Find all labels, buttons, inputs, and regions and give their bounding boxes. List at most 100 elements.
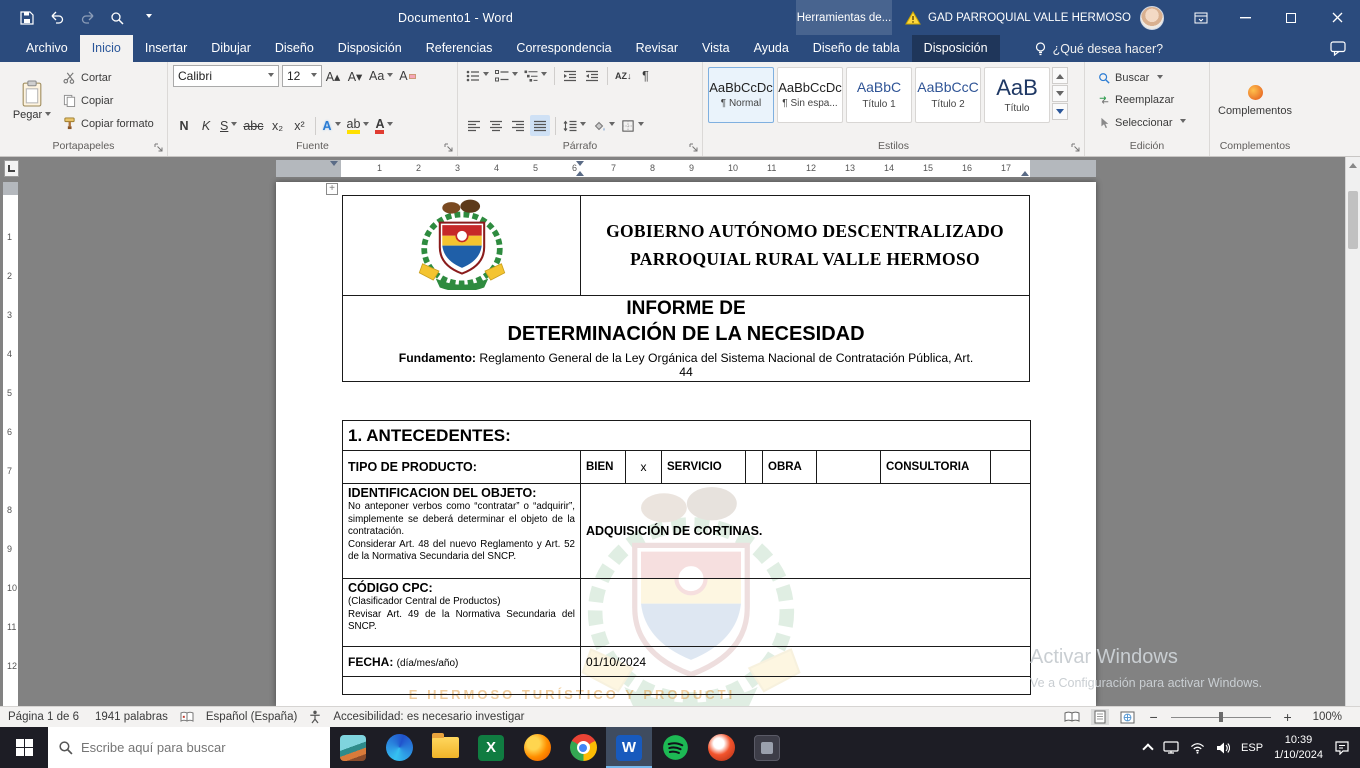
taskbar-photos-icon[interactable] (330, 727, 376, 768)
paragraph-dialog-launcher-icon[interactable] (689, 143, 699, 153)
fecha-value-cell[interactable]: 01/10/2024 (581, 647, 1031, 677)
tab-dibujar[interactable]: Dibujar (199, 35, 263, 62)
report-title-cell[interactable]: INFORME DE DETERMINACIÓN DE LA NECESIDAD… (343, 296, 1030, 382)
tab-correspondencia[interactable]: Correspondencia (504, 35, 623, 62)
taskbar-word-icon[interactable]: W (606, 727, 652, 768)
left-indent-marker[interactable] (330, 161, 338, 170)
right-indent-marker[interactable] (1021, 167, 1029, 176)
next-row-value-cell[interactable] (581, 677, 1031, 695)
tab-diseno-de-tabla[interactable]: Diseño de tabla (801, 35, 912, 62)
minimize-button[interactable] (1222, 0, 1268, 35)
redo-icon[interactable] (74, 5, 100, 31)
codigo-cpc-value-cell[interactable] (581, 579, 1031, 647)
align-right-button[interactable] (508, 115, 528, 136)
close-button[interactable] (1314, 0, 1360, 35)
tray-clock[interactable]: 10:39 1/10/2024 (1274, 733, 1323, 762)
clear-formatting-button[interactable]: A (397, 66, 417, 87)
undo-icon[interactable] (44, 5, 70, 31)
tipo-option-servicio[interactable]: SERVICIO (662, 451, 746, 484)
proofing-errors-icon[interactable] (176, 711, 198, 723)
qat-customize-icon[interactable] (134, 5, 160, 31)
italic-button[interactable]: K (196, 115, 216, 136)
identificacion-value-cell[interactable]: ADQUISICIÓN DE CORTINAS. (581, 484, 1031, 579)
font-dialog-launcher-icon[interactable] (444, 143, 454, 153)
style-sin-espaciado[interactable]: AaBbCcDc ¶ Sin espa... (777, 67, 843, 123)
format-painter-button[interactable]: Copiar formato (59, 113, 158, 134)
align-left-button[interactable] (464, 115, 484, 136)
accessibility-icon[interactable] (305, 710, 325, 724)
grow-font-button[interactable]: A▴ (323, 66, 343, 87)
paste-button[interactable]: Pegar (5, 65, 59, 136)
taskbar-app-icon[interactable] (744, 727, 790, 768)
taskbar-spotify-icon[interactable] (652, 727, 698, 768)
style-titulo-1[interactable]: AaBbC Título 1 (846, 67, 912, 123)
styles-scroll-up-icon[interactable] (1052, 67, 1068, 84)
tipo-option-bien[interactable]: BIEN (581, 451, 626, 484)
tab-ayuda[interactable]: Ayuda (742, 35, 801, 62)
tab-selector[interactable] (4, 160, 19, 177)
shading-button[interactable] (590, 115, 617, 136)
change-case-button[interactable]: Aa (367, 66, 395, 87)
tab-insertar[interactable]: Insertar (133, 35, 199, 62)
taskbar-browser2-icon[interactable] (698, 727, 744, 768)
print-layout-button[interactable] (1091, 709, 1109, 725)
copy-button[interactable]: Copiar (59, 90, 158, 111)
avatar[interactable] (1140, 6, 1164, 30)
select-button[interactable]: Seleccionar (1094, 112, 1190, 133)
taskbar-firefox-icon[interactable] (514, 727, 560, 768)
taskbar-search-input[interactable] (81, 740, 301, 755)
scroll-up-icon[interactable] (1346, 157, 1360, 173)
taskbar-chrome-icon[interactable] (560, 727, 606, 768)
strikethrough-button[interactable]: abc (241, 115, 265, 136)
taskbar-excel-icon[interactable]: X (468, 727, 514, 768)
bullets-button[interactable] (464, 65, 491, 86)
sort-button[interactable]: AZ↓ (613, 65, 634, 86)
taskbar-file-explorer-icon[interactable] (422, 727, 468, 768)
section1-title[interactable]: 1. ANTECEDENTES: (343, 421, 1031, 451)
numbering-button[interactable] (493, 65, 520, 86)
tipo-mark-bien[interactable]: x (626, 451, 662, 484)
word-count[interactable]: 1941 palabras (87, 711, 176, 723)
tab-disposicion-tabla[interactable]: Disposición (912, 35, 1000, 62)
tab-inicio[interactable]: Inicio (80, 35, 133, 62)
table-move-handle-icon[interactable]: + (326, 183, 338, 195)
tipo-mark-consultoria[interactable] (991, 451, 1031, 484)
tell-me-box[interactable]: ¿Qué desea hacer? (1026, 35, 1172, 62)
style-normal[interactable]: AaBbCcDc ¶ Normal (708, 67, 774, 123)
account-info[interactable]: GAD PARROQUIAL VALLE HERMOSO (905, 11, 1131, 25)
tray-chevron-icon[interactable] (1142, 743, 1153, 754)
tipo-option-consultoria[interactable]: CONSULTORIA (881, 451, 991, 484)
styles-expand-icon[interactable] (1052, 103, 1068, 120)
taskbar-search[interactable] (48, 727, 330, 768)
start-button[interactable] (0, 727, 48, 768)
subscript-button[interactable]: x₂ (268, 115, 288, 136)
replace-button[interactable]: Reemplazar (1094, 90, 1190, 111)
styles-dialog-launcher-icon[interactable] (1071, 143, 1081, 153)
search-icon[interactable] (104, 5, 130, 31)
underline-button[interactable]: S (218, 115, 239, 136)
save-icon[interactable] (14, 5, 40, 31)
accessibility-status[interactable]: Accesibilidad: es necesario investigar (325, 711, 532, 723)
bold-button[interactable]: N (174, 115, 194, 136)
tray-language[interactable]: ESP (1241, 742, 1263, 754)
zoom-level[interactable]: 100% (1305, 711, 1350, 723)
web-layout-button[interactable] (1119, 709, 1137, 725)
font-family-select[interactable]: Calibri (173, 65, 279, 87)
decrease-indent-button[interactable] (560, 65, 580, 86)
tab-referencias[interactable]: Referencias (414, 35, 505, 62)
scrollbar-thumb[interactable] (1348, 191, 1358, 249)
cut-button[interactable]: Cortar (59, 67, 158, 88)
styles-scroll-down-icon[interactable] (1052, 85, 1068, 102)
zoom-slider[interactable] (1171, 710, 1271, 724)
line-spacing-button[interactable] (561, 115, 588, 136)
paragraph-marks-button[interactable]: ¶ (636, 65, 656, 86)
find-button[interactable]: Buscar (1094, 68, 1190, 89)
horizontal-ruler[interactable]: 1234567891011121314151617 (276, 160, 1096, 177)
tab-disposicion[interactable]: Disposición (326, 35, 414, 62)
tray-volume-icon[interactable] (1216, 742, 1230, 754)
tab-diseno[interactable]: Diseño (263, 35, 326, 62)
read-mode-button[interactable] (1063, 709, 1081, 725)
zoom-in-button[interactable]: + (1281, 709, 1295, 725)
tab-vista[interactable]: Vista (690, 35, 742, 62)
language-indicator[interactable]: Español (España) (198, 711, 305, 723)
